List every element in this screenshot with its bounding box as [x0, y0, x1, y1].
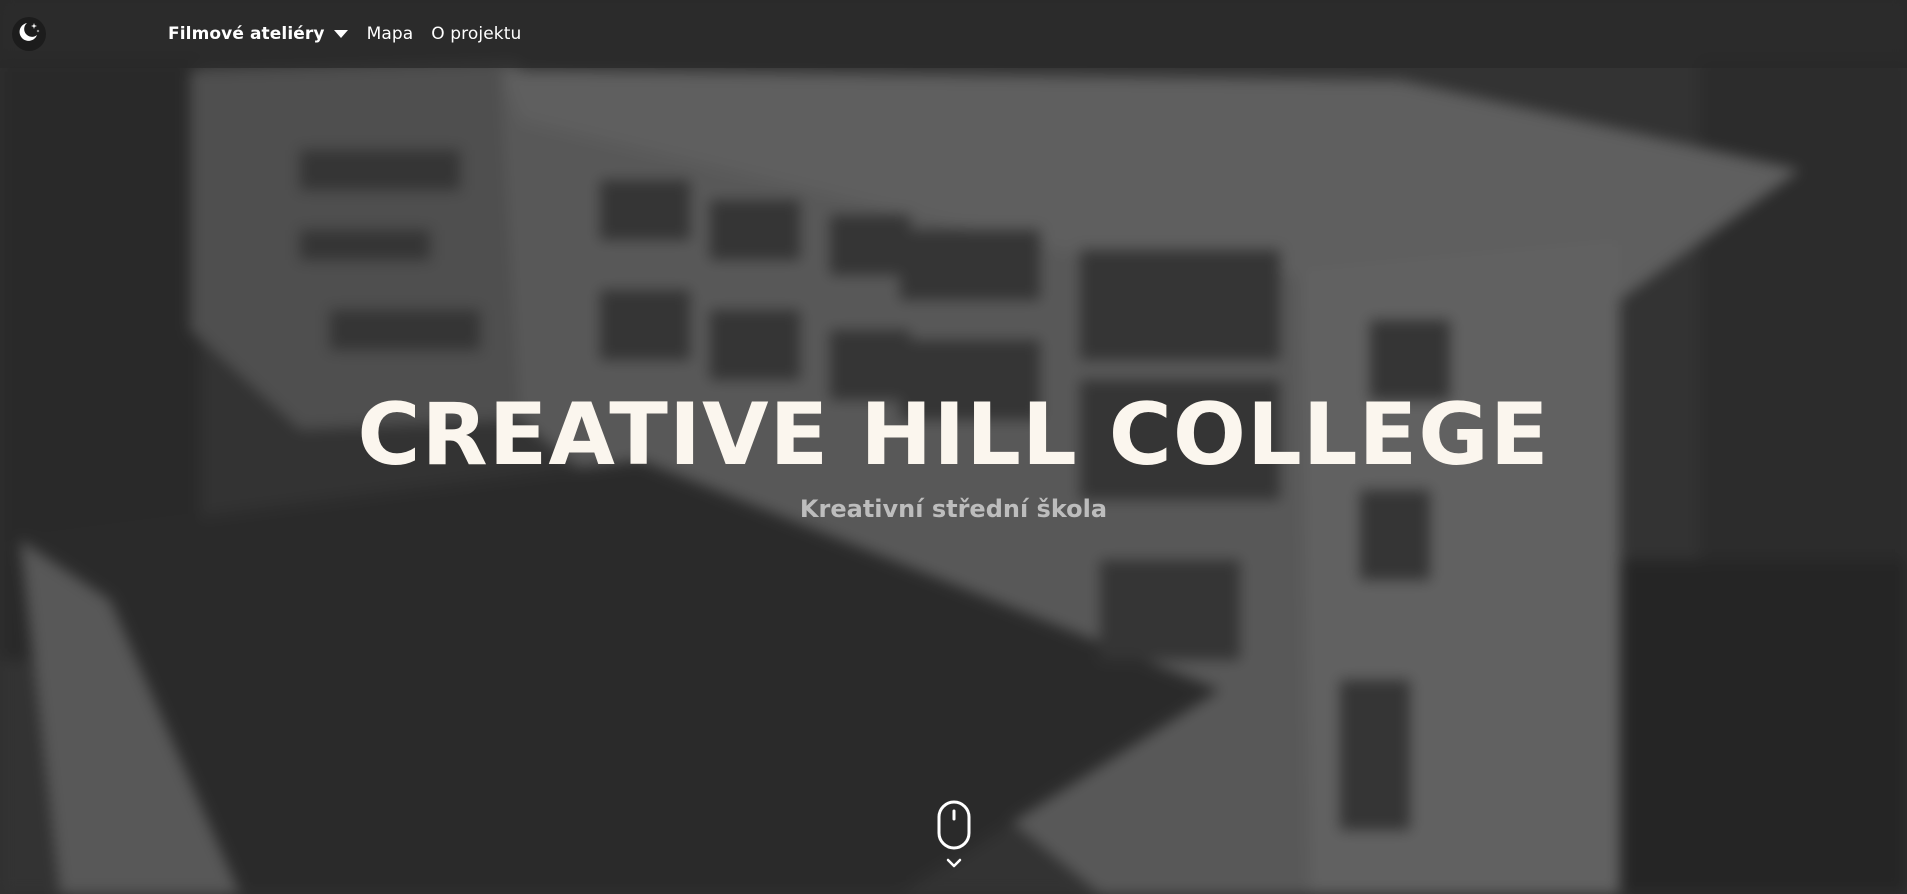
top-navbar: Filmové ateliéry Mapa O projektu	[0, 0, 1907, 68]
hero-subtitle: Kreativní střední škola	[799, 495, 1108, 523]
theme-toggle-button[interactable]	[12, 17, 46, 51]
moon-stars-icon	[17, 20, 41, 48]
nav-item-mapa[interactable]: Mapa	[367, 24, 414, 44]
hero-content: CREATIVE HILL COLLEGE Kreativní střední …	[0, 385, 1907, 523]
nav-item-filmove-ateliery[interactable]: Filmové ateliéry	[168, 24, 349, 44]
nav-item-o-projektu[interactable]: O projektu	[431, 24, 521, 44]
hero-section: Filmové ateliéry Mapa O projektu CREATIV…	[0, 0, 1907, 894]
nav-links: Filmové ateliéry Mapa O projektu	[168, 0, 521, 68]
nav-item-label: Mapa	[366, 24, 414, 44]
caret-down-icon	[333, 29, 349, 39]
mouse-scroll-icon	[937, 800, 971, 856]
scroll-down-indicator[interactable]	[937, 800, 971, 870]
nav-item-label: Filmové ateliéry	[168, 24, 325, 44]
chevron-down-icon	[937, 856, 971, 876]
nav-item-label: O projektu	[431, 24, 522, 44]
hero-title: CREATIVE HILL COLLEGE	[357, 385, 1550, 485]
